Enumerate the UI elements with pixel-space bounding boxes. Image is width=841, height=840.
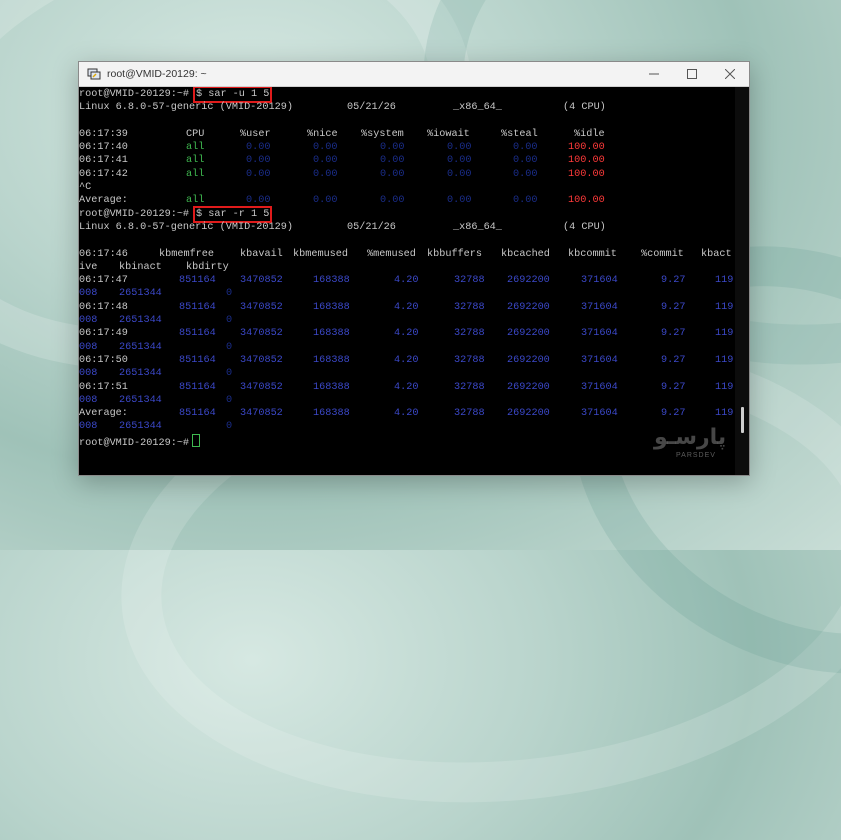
mem-row: 06:17:47 851164 3470852 168388 4.20 3278…: [79, 275, 734, 287]
minimize-icon: [649, 73, 659, 75]
mem-row: 06:17:50 851164 3470852 168388 4.20 3278…: [79, 354, 734, 366]
mem-row-wrap: 008 2651344 0: [79, 341, 233, 353]
sysinfo-line: Linux 6.8.0-57-generic (VMID-20129) 05/2…: [79, 102, 606, 114]
shell-prompt: root@VMID-20129:~#: [79, 89, 190, 100]
parsdev-watermark: پارسـو PARSDEV: [654, 425, 738, 465]
command-line: root@VMID-20129:~# $ sar -r 1 5: [79, 205, 735, 224]
text-cursor: [192, 433, 201, 447]
mem-header-wrap: ive kbinact kbdirty: [79, 261, 229, 273]
command-sar-mem: $ sar -r 1 5: [192, 205, 273, 224]
terminal-output[interactable]: root@VMID-20129:~# $ sar -u 1 5 Linux 6.…: [79, 87, 735, 476]
mem-rows: 06:17:47 851164 3470852 168388 4.20 3278…: [79, 274, 735, 434]
mem-row: 06:17:48 851164 3470852 168388 4.20 3278…: [79, 301, 734, 313]
cpu-row: 06:17:41 all 0.00 0.00 0.00 0.00 0.00 10…: [79, 155, 605, 167]
mem-average-wrap: 008 2651344 0: [79, 421, 233, 433]
cpu-average-row: Average: all 0.00 0.00 0.00 0.00 0.00 10…: [79, 195, 605, 207]
maximize-button[interactable]: [673, 62, 711, 86]
mem-header: 06:17:46 kbmemfree kbavail kbmemused %me…: [79, 248, 732, 260]
cpu-header: 06:17:39 CPU %user %nice %system %iowait…: [79, 128, 605, 140]
close-icon: [725, 69, 735, 79]
command-sar-cpu: $ sar -u 1 5: [192, 87, 273, 104]
cpu-row: 06:17:42 all 0.00 0.00 0.00 0.00 0.00 10…: [79, 168, 605, 180]
mem-row-wrap: 008 2651344 0: [79, 288, 233, 300]
scrollbar-thumb[interactable]: [741, 407, 744, 433]
window-title: root@VMID-20129: ~: [107, 68, 207, 80]
window-controls: [635, 62, 749, 86]
title-bar[interactable]: root@VMID-20129: ~: [79, 62, 749, 87]
watermark-logo-text: پارسـو: [654, 425, 727, 450]
minimize-button[interactable]: [635, 62, 673, 86]
mem-row: 06:17:49 851164 3470852 168388 4.20 3278…: [79, 328, 734, 340]
command-line: root@VMID-20129:~# $ sar -u 1 5: [79, 87, 735, 104]
watermark-subtext: PARSDEV: [676, 452, 716, 459]
close-button[interactable]: [711, 62, 749, 86]
mem-average-row: Average: 851164 3470852 168388 4.20 3278…: [79, 408, 734, 420]
shell-prompt: root@VMID-20129:~#: [79, 208, 190, 220]
mem-row-wrap: 008 2651344 0: [79, 368, 233, 380]
putty-terminal-icon: [87, 68, 101, 80]
shell-prompt: root@VMID-20129:~#: [79, 433, 201, 450]
cpu-row: 06:17:40 all 0.00 0.00 0.00 0.00 0.00 10…: [79, 142, 605, 154]
interrupt-line: ^C: [79, 182, 92, 194]
mem-row-wrap: 008 2651344 0: [79, 394, 233, 406]
mem-row: 06:17:51 851164 3470852 168388 4.20 3278…: [79, 381, 734, 393]
terminal-window[interactable]: root@VMID-20129: ~ root@VMID-20129:~# $ …: [78, 61, 750, 476]
mem-row-wrap: 008 2651344 0: [79, 315, 233, 327]
sysinfo-line: Linux 6.8.0-57-generic (VMID-20129) 05/2…: [79, 221, 606, 233]
final-prompt-line[interactable]: root@VMID-20129:~#: [79, 433, 735, 450]
maximize-icon: [687, 69, 697, 79]
